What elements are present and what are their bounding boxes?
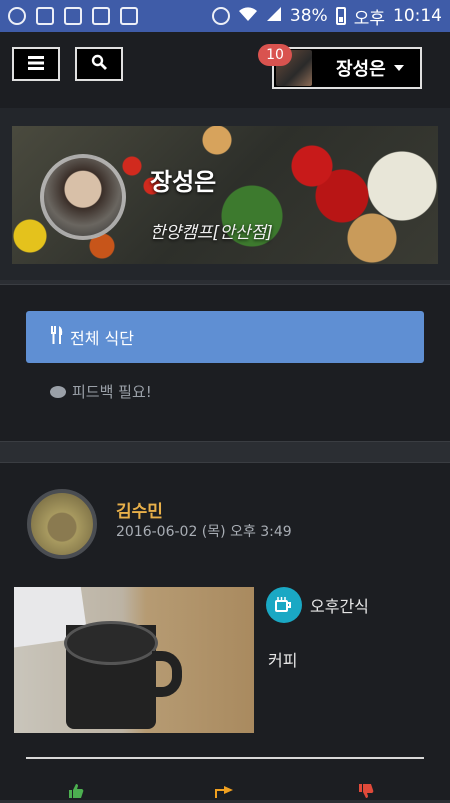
point-right-icon	[215, 786, 233, 798]
thumbs-down-button[interactable]	[358, 783, 374, 803]
app-header: 장성은	[0, 32, 450, 108]
menu-button[interactable]	[12, 47, 60, 81]
search-icon	[91, 54, 107, 74]
author-avatar[interactable]	[27, 489, 97, 559]
profile-banner: 장성은 한양캠프[안산점]	[12, 126, 438, 264]
coffee-cup-icon	[266, 587, 302, 623]
cutlery-icon	[50, 326, 64, 348]
point-button[interactable]	[214, 783, 234, 803]
meal-type-label: 오후간식	[310, 597, 369, 616]
divider	[26, 757, 424, 759]
feedback-needed-label: 피드백 필요!	[72, 383, 152, 401]
meal-type: 오후간식	[266, 587, 369, 623]
all-meals-button[interactable]: 전체 식단	[26, 311, 424, 363]
profile-name: 장성은	[150, 168, 217, 196]
caret-down-icon	[393, 65, 404, 71]
profile-section: 장성은 한양캠프[안산점]	[0, 108, 450, 280]
clock-time: 10:14	[393, 6, 442, 26]
app-notification-icon	[8, 7, 26, 25]
thumbs-down-icon	[359, 784, 374, 798]
thumbs-up-icon	[69, 784, 84, 798]
comment-icon	[50, 385, 66, 398]
profile-camp: 한양캠프[안산점]	[150, 223, 273, 243]
hamburger-icon	[28, 55, 44, 74]
user-name: 장성은	[336, 59, 386, 80]
menu-panel: 전체 식단 피드백 필요!	[0, 284, 450, 442]
cast-icon	[120, 7, 138, 25]
all-meals-label: 전체 식단	[70, 329, 134, 348]
battery-icon	[335, 7, 346, 25]
signal-icon	[266, 6, 282, 27]
notification-badge[interactable]: 10	[258, 44, 292, 66]
author-name[interactable]: 김수민	[116, 497, 163, 522]
post-date: 2016-06-02 (목) 오후 3:49	[116, 524, 292, 540]
wifi-icon	[238, 6, 258, 27]
thumbs-up-button[interactable]	[68, 783, 84, 803]
user-menu-button[interactable]: 장성은	[272, 47, 422, 89]
meal-photo[interactable]	[14, 587, 254, 733]
list-icon	[64, 7, 82, 25]
photo-mug-top	[64, 621, 158, 665]
clock-ampm: 오후	[353, 8, 385, 29]
battery-percent: 38%	[289, 6, 328, 26]
alarm-icon	[211, 7, 230, 25]
meal-description: 커피	[268, 651, 298, 670]
photo-mug-handle	[152, 651, 182, 697]
search-button[interactable]	[75, 47, 123, 81]
phone-icon	[36, 7, 54, 25]
meal-post-card: 김수민 2016-06-02 (목) 오후 3:49 오후간식 커피	[0, 462, 450, 800]
feedback-needed-link[interactable]: 피드백 필요!	[50, 381, 152, 402]
status-bar: 38% 오후 10:14	[0, 0, 450, 32]
image-icon	[92, 7, 110, 25]
profile-avatar[interactable]	[40, 154, 126, 240]
